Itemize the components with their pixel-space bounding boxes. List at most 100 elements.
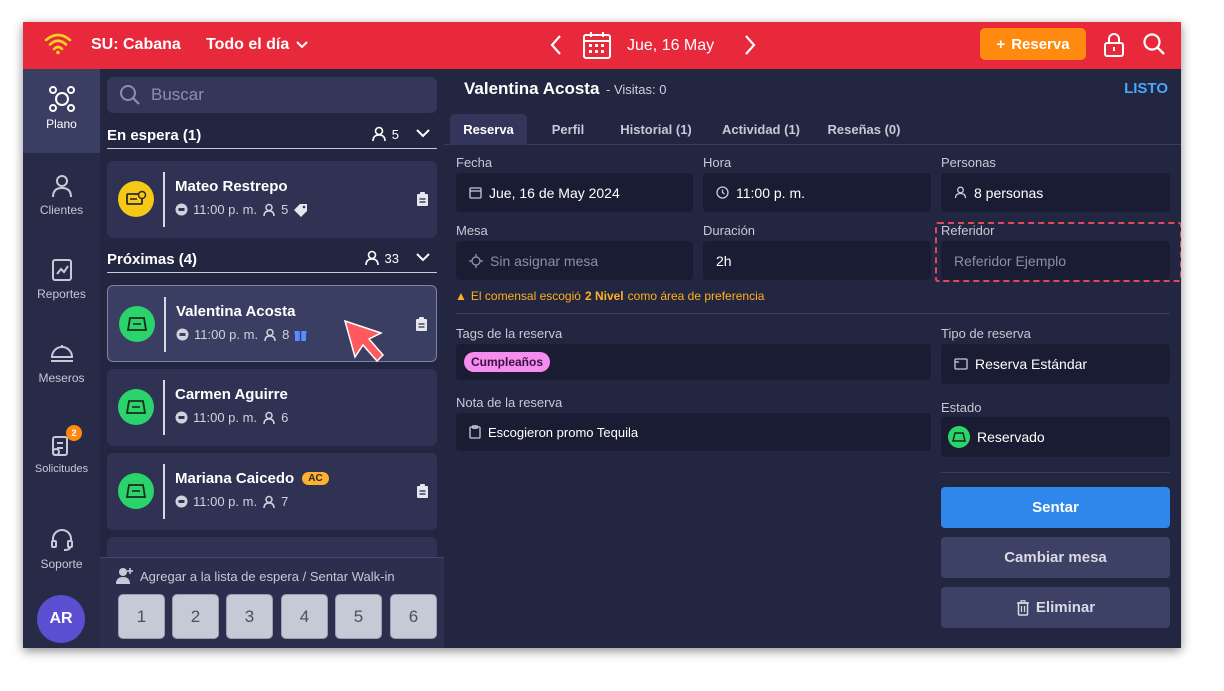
reservation-detail: Valentina Acosta - Visitas: 0 LISTO Rese… bbox=[444, 69, 1181, 648]
duration-label: Duración bbox=[703, 223, 756, 238]
pointer-arrow-icon bbox=[343, 319, 385, 363]
type-label: Tipo de reserva bbox=[941, 326, 1031, 341]
upcoming-title: Próximas (4) bbox=[107, 251, 198, 268]
people-field[interactable]: 8 personas bbox=[941, 173, 1170, 212]
user-icon bbox=[364, 250, 379, 266]
party-size-button-4[interactable]: 4 bbox=[281, 594, 328, 639]
avatar[interactable]: AR bbox=[37, 595, 85, 643]
current-date[interactable]: Jue, 16 May bbox=[627, 37, 714, 55]
tag-pill[interactable]: Cumpleaños bbox=[464, 352, 551, 372]
date-field[interactable]: Jue, 16 de May 2024 bbox=[456, 173, 693, 212]
waiting-count: 5 bbox=[371, 126, 399, 142]
tab-reserva[interactable]: Reserva bbox=[450, 114, 527, 145]
guest-badge: AC bbox=[302, 472, 329, 485]
duration-field[interactable]: 2h bbox=[703, 241, 931, 280]
clipboard-icon[interactable] bbox=[416, 483, 429, 499]
clock-icon bbox=[175, 411, 188, 424]
guest-name-title: Valentina Acosta bbox=[464, 79, 600, 98]
seat-button[interactable]: Sentar bbox=[941, 487, 1170, 528]
list-item-selected[interactable]: Valentina Acosta 11:00 p. m. 8 bbox=[107, 285, 437, 362]
party-size-button-6[interactable]: 6 bbox=[390, 594, 437, 639]
time-field[interactable]: 11:00 p. m. bbox=[703, 173, 931, 212]
sidebar-item-label: Reportes bbox=[37, 287, 86, 301]
sidebar-item-label: Plano bbox=[46, 117, 77, 131]
waiting-count-value: 5 bbox=[391, 126, 399, 142]
delete-button[interactable]: Eliminar bbox=[941, 587, 1170, 628]
reservation-type-field[interactable]: Reserva Estándar bbox=[941, 344, 1170, 384]
reservation-list: Buscar En espera (1) 5 Mateo Restrepo 11… bbox=[100, 69, 444, 648]
preference-area: 2 Nivel bbox=[584, 289, 624, 303]
tab-historial[interactable]: Historial (1) bbox=[609, 114, 703, 145]
warning-icon: ▲ bbox=[455, 289, 467, 303]
venue-name[interactable]: SU: Cabana bbox=[91, 36, 181, 54]
new-reservation-label: Reserva bbox=[1011, 35, 1070, 53]
waitlist-link[interactable]: Agregar a la lista de espera / Sentar Wa… bbox=[116, 567, 395, 585]
sidebar-item-soporte[interactable]: Soporte bbox=[23, 527, 100, 571]
note-label: Nota de la reserva bbox=[456, 395, 563, 410]
reservation-meta: 11:00 p. m. 5 bbox=[175, 202, 308, 217]
search-input[interactable]: Buscar bbox=[107, 77, 437, 113]
search-icon[interactable] bbox=[1142, 32, 1166, 61]
table-icon bbox=[469, 253, 483, 268]
sidebar-item-reportes[interactable]: Reportes bbox=[23, 257, 100, 301]
add-user-icon bbox=[116, 568, 133, 584]
tags-field[interactable]: Cumpleaños bbox=[456, 344, 931, 380]
reservation-icon bbox=[954, 358, 968, 370]
sidebar-item-meseros[interactable]: Meseros bbox=[23, 341, 100, 385]
shift-selector[interactable]: Todo el día bbox=[206, 36, 309, 54]
tags-label: Tags de la reserva bbox=[456, 326, 563, 341]
user-icon bbox=[263, 411, 275, 424]
upcoming-section-header[interactable]: Próximas (4) 33 bbox=[107, 247, 437, 273]
party-size-button-2[interactable]: 2 bbox=[172, 594, 219, 639]
time-label: Hora bbox=[703, 155, 732, 170]
guest-count: 8 bbox=[282, 327, 290, 342]
new-reservation-button[interactable]: + Reserva bbox=[980, 28, 1086, 60]
guest-name: Carmen Aguirre bbox=[175, 386, 288, 403]
reservation-time: 11:00 p. m. bbox=[194, 327, 259, 342]
people-label: Personas bbox=[941, 155, 996, 170]
table-field[interactable]: Sin asignar mesa bbox=[456, 241, 693, 280]
status-icon bbox=[948, 426, 970, 448]
done-button[interactable]: LISTO bbox=[1124, 80, 1168, 97]
reservation-type-value: Reserva Estándar bbox=[975, 356, 1088, 372]
note-value: Escogieron promo Tequila bbox=[488, 424, 639, 440]
tab-resenas[interactable]: Reseñas (0) bbox=[819, 114, 909, 145]
party-size-button-5[interactable]: 5 bbox=[335, 594, 382, 639]
sidebar-item-plano[interactable]: Plano bbox=[23, 69, 100, 153]
party-size-button-1[interactable]: 1 bbox=[118, 594, 165, 639]
list-item[interactable]: Mateo Restrepo 11:00 p. m. 5 bbox=[107, 161, 437, 238]
sidebar: Plano Clientes Reportes Meseros Solicitu… bbox=[23, 69, 100, 648]
chevron-right-icon[interactable] bbox=[743, 34, 757, 61]
top-bar: SU: Cabana Todo el día Jue, 16 May + Res… bbox=[23, 22, 1181, 69]
trash-icon bbox=[1016, 599, 1029, 616]
time-value: 11:00 p. m. bbox=[736, 184, 806, 201]
party-size-button-3[interactable]: 3 bbox=[226, 594, 273, 639]
preference-text-after: como área de preferencia bbox=[627, 289, 765, 303]
clipboard-icon[interactable] bbox=[416, 191, 429, 207]
divider bbox=[164, 297, 166, 352]
note-field[interactable]: Escogieron promo Tequila bbox=[456, 413, 931, 451]
sidebar-item-solicitudes[interactable]: Solicitudes bbox=[23, 433, 100, 475]
waitlist-link-label: Agregar a la lista de espera / Sentar Wa… bbox=[140, 568, 395, 584]
status-field[interactable]: Reservado bbox=[941, 417, 1170, 457]
user-icon bbox=[371, 126, 386, 142]
reservation-time: 11:00 p. m. bbox=[193, 202, 258, 217]
gift-icon bbox=[294, 330, 307, 341]
guest-name-row: Mariana Caicedo AC bbox=[175, 470, 329, 487]
list-item[interactable]: Mariana Caicedo AC 11:00 p. m. 7 bbox=[107, 453, 437, 530]
reservation-time: 11:00 p. m. bbox=[193, 410, 258, 425]
tab-actividad[interactable]: Actividad (1) bbox=[712, 114, 810, 145]
calendar-icon[interactable] bbox=[582, 30, 612, 65]
tab-perfil[interactable]: Perfil bbox=[536, 114, 600, 145]
clock-icon bbox=[176, 328, 189, 341]
calendar-icon bbox=[469, 187, 482, 199]
sidebar-item-clientes[interactable]: Clientes bbox=[23, 173, 100, 217]
waiting-section-header[interactable]: En espera (1) 5 bbox=[107, 123, 437, 149]
guest-count: 6 bbox=[281, 410, 289, 425]
change-table-button[interactable]: Cambiar mesa bbox=[941, 537, 1170, 578]
clipboard-icon[interactable] bbox=[415, 316, 428, 332]
list-item[interactable]: Carmen Aguirre 11:00 p. m. 6 bbox=[107, 369, 437, 446]
chevron-left-icon[interactable] bbox=[549, 34, 563, 61]
lock-icon[interactable] bbox=[1103, 33, 1125, 62]
note-icon bbox=[469, 425, 481, 439]
